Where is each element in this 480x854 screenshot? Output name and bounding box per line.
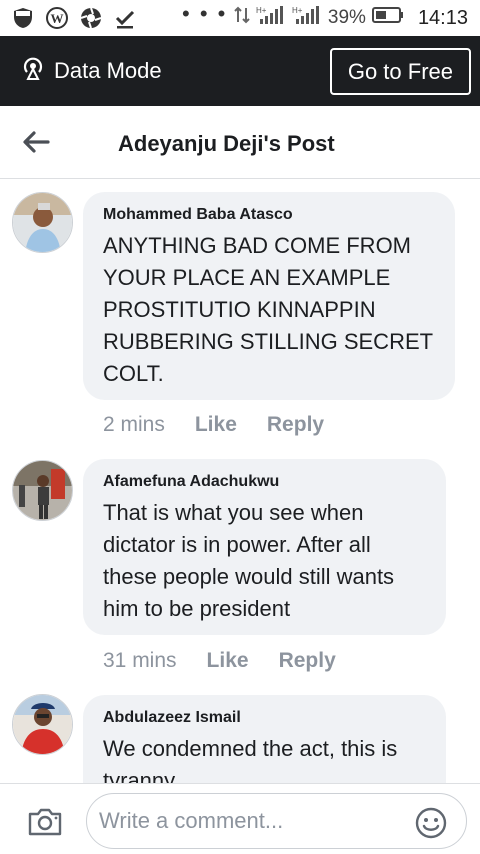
- clock: 14:13: [417, 6, 468, 29]
- like-button[interactable]: Like: [207, 649, 249, 673]
- comment-time[interactable]: 2 mins: [103, 413, 165, 437]
- comment-text: That is what you see when dictator is in…: [103, 500, 395, 621]
- battery-icon: [371, 6, 404, 30]
- reply-button[interactable]: Reply: [267, 413, 324, 437]
- comment-time[interactable]: 31 mins: [103, 649, 177, 673]
- comment-bubble[interactable]: Mohammed Baba Atasco ANYTHING BAD COME F…: [83, 192, 455, 400]
- comment-author[interactable]: Mohammed Baba Atasco: [103, 206, 435, 224]
- download-done-icon: [114, 7, 136, 29]
- post-header: Adeyanju Deji's Post: [0, 106, 480, 179]
- avatar[interactable]: [12, 192, 73, 253]
- broadcast-icon: [20, 55, 46, 87]
- like-button[interactable]: Like: [195, 413, 237, 437]
- comment-text: We condemned the act, this is tyranny: [103, 736, 398, 783]
- aperture-icon: [80, 7, 102, 29]
- signal-icon-2: H+: [292, 5, 322, 31]
- data-mode-label: Data Mode: [54, 58, 162, 83]
- data-arrows-icon: [234, 6, 250, 30]
- comment-bubble[interactable]: Afamefuna Adachukwu That is what you see…: [83, 459, 446, 635]
- signal-icon: H+: [256, 5, 286, 31]
- comment-meta: 2 mins Like Reply: [103, 413, 324, 437]
- reply-button[interactable]: Reply: [279, 649, 336, 673]
- comment-input[interactable]: [86, 793, 467, 849]
- svg-text:W: W: [51, 11, 64, 26]
- svg-text:H+: H+: [292, 6, 303, 15]
- data-mode-bar: Data Mode Go to Free: [0, 36, 480, 106]
- wordpress-icon: W: [46, 7, 68, 29]
- avatar[interactable]: [12, 460, 73, 521]
- avatar[interactable]: [12, 694, 73, 755]
- svg-text:H+: H+: [256, 6, 267, 15]
- battery-percent: 39%: [327, 7, 366, 28]
- comment-meta: 31 mins Like Reply: [103, 649, 336, 673]
- comment-author[interactable]: Afamefuna Adachukwu: [103, 473, 426, 491]
- camera-icon[interactable]: [27, 807, 63, 837]
- comment-composer: [0, 783, 480, 854]
- shield-icon: [12, 7, 34, 29]
- emoji-icon[interactable]: [415, 807, 447, 839]
- comment-item: Abdulazeez Ismail We condemned the act, …: [0, 693, 480, 783]
- page-title: Adeyanju Deji's Post: [118, 131, 335, 156]
- notification-dots: • • •: [182, 1, 228, 26]
- status-bar: W • • • H+ H+ 39% 14:13: [0, 0, 480, 36]
- data-mode-toggle[interactable]: Data Mode: [20, 55, 162, 87]
- back-arrow-icon[interactable]: [22, 130, 50, 154]
- comment-text: ANYTHING BAD COME FROM YOUR PLACE AN EXA…: [103, 233, 433, 386]
- go-to-free-button[interactable]: Go to Free: [329, 47, 471, 95]
- comment-author[interactable]: Abdulazeez Ismail: [103, 709, 426, 727]
- comment-bubble[interactable]: Abdulazeez Ismail We condemned the act, …: [83, 695, 446, 783]
